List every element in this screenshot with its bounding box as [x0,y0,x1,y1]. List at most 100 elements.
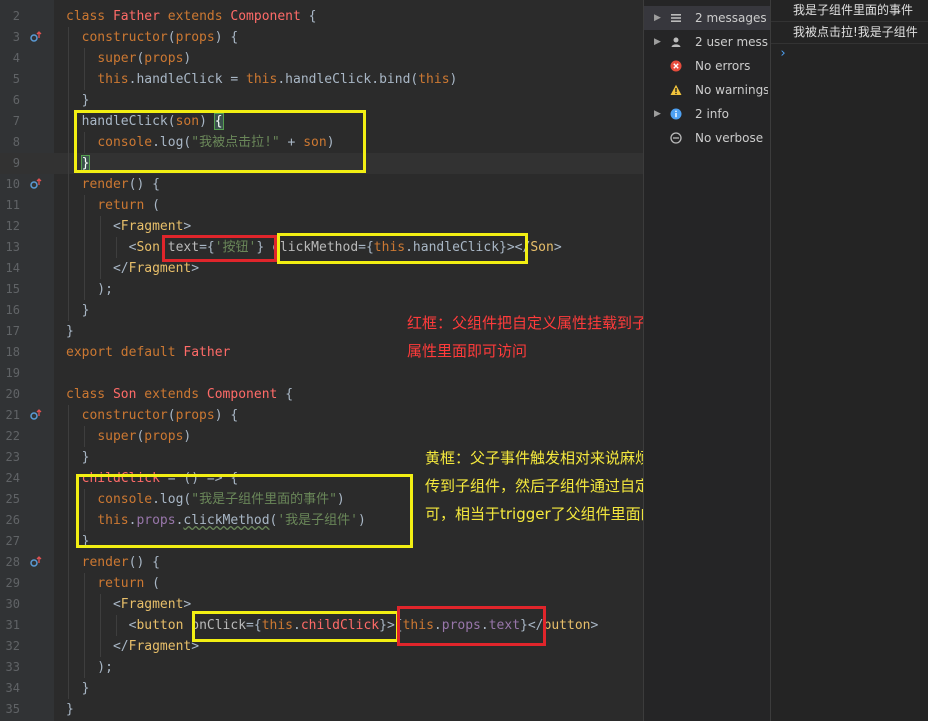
code-token: > [191,261,200,276]
override-method-icon[interactable] [30,31,42,43]
code-editor[interactable]: 2 class Father extends Component {3 const… [0,0,643,721]
code-text: return ( [66,195,160,216]
code-token: () { [128,177,160,192]
code-token: Fragment [120,597,184,612]
code-token: return [97,576,153,591]
line-number: 26 [5,513,20,527]
line-number: 29 [5,576,20,590]
line-number: 13 [5,240,20,254]
code-line: 19 [0,363,643,384]
code-token: button [543,618,591,633]
console-log-line: 我被点击拉!我是子组件 [771,22,928,44]
code-token: { [285,387,294,402]
code-token: > [590,618,599,633]
code-token: Fragment [120,219,184,234]
code-line: 34 } [0,678,643,699]
code-token: } [66,324,74,339]
code-text: render() { [66,552,160,573]
red-highlight-props-text [397,606,546,646]
expand-arrow-icon[interactable]: ▶ [654,30,661,54]
verbose-icon [670,132,682,144]
expand-arrow-icon[interactable]: ▶ [654,6,661,30]
code-token: Fragment [128,639,192,654]
code-text: export default Father [66,342,230,363]
code-token: < [66,597,121,612]
code-token: < [66,219,121,234]
error-icon [670,60,682,72]
code-token: super [97,51,137,66]
line-number: 10 [5,177,20,191]
console-filter-label: No warnings [695,83,768,97]
code-token: render [81,177,129,192]
override-method-icon[interactable] [30,409,42,421]
code-token: () { [128,555,160,570]
code-line: 35} [0,699,643,720]
code-text: class Son extends Component { [66,384,293,405]
console-filter-label: 2 info [695,107,729,121]
code-token: } [66,450,90,465]
line-number: 33 [5,660,20,674]
console-filter-item[interactable]: ▶ 2 info [644,102,770,126]
code-text: constructor(props) { [66,405,239,426]
list-icon [671,14,681,22]
code-token: Son [112,387,145,402]
code-token: Father [183,345,231,360]
console-filter-label: 2 user messages [695,35,768,49]
code-token: </ [66,639,129,654]
override-method-icon[interactable] [30,178,42,190]
code-token: constructor [81,408,168,423]
console-filter-item[interactable]: No verbose [644,126,770,150]
console-filter-item[interactable]: ▶ 2 user messages [644,30,770,54]
code-text: super(props) [66,48,191,69]
code-token: this [418,72,450,87]
code-token: } [66,681,90,696]
line-number: 23 [5,450,20,464]
code-line: 6 } [0,90,643,111]
code-token: { [308,9,317,24]
line-number: 3 [12,30,20,44]
code-line: 4 super(props) [0,48,643,69]
code-token: > [183,219,192,234]
code-text: super(props) [66,426,191,447]
line-number: 18 [5,345,20,359]
code-line: 21 constructor(props) { [0,405,643,426]
code-text: <Fragment> [66,594,191,615]
line-number: 11 [5,198,20,212]
code-line: 20 class Son extends Component { [0,384,643,405]
code-token: Son [530,240,554,255]
console-log-line: 我是子组件里面的事件 [771,0,928,22]
override-method-icon[interactable] [30,556,42,568]
console-filter-item[interactable]: No warnings [644,78,770,102]
code-token: Component [206,387,286,402]
warning-icon [670,84,682,95]
code-line: 29 return ( [0,573,643,594]
code-line: 3 constructor(props) { [0,27,643,48]
console-prompt-icon[interactable]: › [771,44,928,64]
console-filter-item[interactable]: ▶ 2 messages [644,6,770,30]
code-line: 10 render() { [0,174,643,195]
code-text: </Fragment> [66,636,199,657]
code-text: return ( [66,573,160,594]
console-sidebar: ▶ 2 messages ▶ 2 user messages No errors No w… [643,0,770,721]
code-token: props [175,30,215,45]
line-number: 5 [12,72,20,86]
expand-arrow-icon[interactable]: ▶ [654,102,661,126]
console-filter-item[interactable]: No errors [644,54,770,78]
line-number: 14 [5,261,20,275]
code-token: </ [66,261,129,276]
code-text: <Fragment> [66,216,191,237]
line-number: 30 [5,597,20,611]
line-number: 17 [5,324,20,338]
yellow-highlight-childclick [76,474,413,548]
console-output[interactable]: 我是子组件里面的事件 我被点击拉!我是子组件 › [770,0,928,721]
line-number: 20 [5,387,20,401]
line-number: 7 [12,114,20,128]
yellow-highlight-clickmethod-prop [277,233,528,264]
yellow-highlight-onclick [192,611,399,642]
code-token: > [183,597,192,612]
